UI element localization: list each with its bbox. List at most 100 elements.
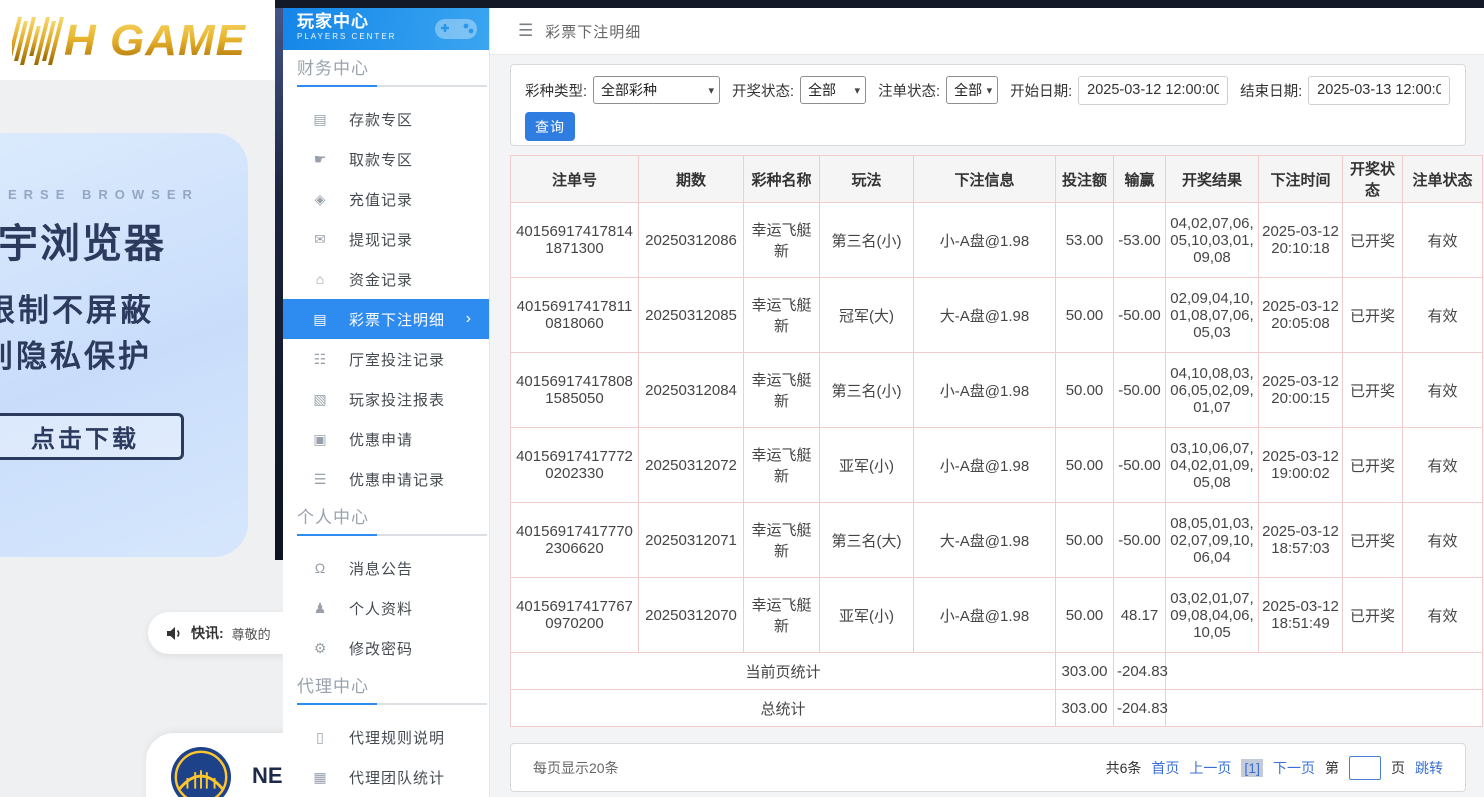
column-header: 彩种名称 — [744, 156, 820, 203]
summary-bet-total: 303.00 — [1056, 690, 1114, 727]
table-cell: 冠军(大) — [820, 278, 914, 353]
sidebar-item-label: 优惠申请 — [349, 429, 413, 450]
download-button[interactable]: 点击下载 — [0, 413, 184, 460]
sidebar-item[interactable]: ☰优惠申请记录 — [283, 459, 489, 499]
sidebar-item[interactable]: ☷厅室投注记录 — [283, 339, 489, 379]
sidebar-header: 玩家中心 PLAYERS CENTER — [283, 8, 489, 50]
prev-page-link[interactable]: 上一页 — [1189, 758, 1231, 778]
draw-status-label: 开奖状态: — [732, 80, 794, 101]
table-cell: 已开奖 — [1343, 578, 1403, 653]
sidebar-item[interactable]: ⌂资金记录 — [283, 259, 489, 299]
order-status-label: 注单状态: — [878, 80, 940, 101]
search-button[interactable]: 查询 — [525, 112, 575, 141]
lottery-bet-detail-icon: ▤ — [312, 311, 328, 328]
home-topbar: H GAME — [0, 0, 275, 80]
sidebar-item-label: 代理团队统计 — [349, 767, 445, 788]
table-cell: -50.00 — [1114, 353, 1166, 428]
sidebar-item[interactable]: ♟个人资料 — [283, 588, 489, 628]
table-cell: 第三名(大) — [820, 503, 914, 578]
table-cell: 大-A盘@1.98 — [914, 503, 1056, 578]
table-row: 40156917417808158505020250312084幸运飞艇新第三名… — [511, 353, 1483, 428]
table-cell: 2025-03-12 20:05:08 — [1259, 278, 1343, 353]
table-cell: 有效 — [1403, 203, 1483, 278]
table-cell: 08,05,01,03,02,07,09,10,06,04 — [1166, 503, 1259, 578]
lottery-type-select[interactable]: 全部彩种 ▾ — [593, 76, 720, 104]
page-size-text: 每页显示20条 — [533, 758, 619, 778]
sidebar-section-list: Ω消息公告♟个人资料⚙修改密码 — [283, 536, 489, 668]
summary-empty — [1166, 690, 1483, 727]
hall-bet-record-icon: ☷ — [312, 351, 328, 368]
chevron-right-icon: › — [466, 310, 471, 328]
column-header: 投注额 — [1056, 156, 1114, 203]
agent-team-stats-icon: ▦ — [312, 769, 328, 786]
table-cell: 有效 — [1403, 428, 1483, 503]
sidebar-item[interactable]: ▣优惠申请 — [283, 419, 489, 459]
jump-button[interactable]: 跳转 — [1415, 758, 1443, 778]
table-row: 40156917417770230662020250312071幸运飞艇新第三名… — [511, 503, 1483, 578]
order-status-select[interactable]: 全部 ▾ — [946, 76, 998, 104]
table-row: 40156917417772020233020250312072幸运飞艇新亚军(… — [511, 428, 1483, 503]
sidebar-item-label: 资金记录 — [349, 269, 413, 290]
table-cell: 50.00 — [1056, 428, 1114, 503]
sidebar-item[interactable]: ☛取款专区 — [283, 139, 489, 179]
team-logo-icon — [170, 746, 232, 797]
next-page-link[interactable]: 下一页 — [1273, 758, 1315, 778]
table-cell: 03,02,01,07,09,08,04,06,10,05 — [1166, 578, 1259, 653]
table-cell: 20250312086 — [639, 203, 744, 278]
table-header-row: 注单号期数彩种名称玩法下注信息投注额输赢开奖结果下注时间开奖状态注单状态 — [511, 156, 1483, 203]
gamepad-icon — [433, 13, 479, 43]
background-dark-banner — [275, 0, 283, 560]
page-jump-input[interactable] — [1349, 756, 1381, 780]
lottery-type-label: 彩种类型: — [525, 80, 587, 101]
total-count-text: 共6条 — [1106, 758, 1142, 778]
draw-status-select[interactable]: 全部 ▾ — [800, 76, 866, 104]
current-page-indicator[interactable]: [1] — [1241, 759, 1263, 777]
table-row: 40156917417814187130020250312086幸运飞艇新第三名… — [511, 203, 1483, 278]
table-cell: 04,10,08,03,06,05,02,09,01,07 — [1166, 353, 1259, 428]
table-cell: 02,09,04,10,01,08,07,06,05,03 — [1166, 278, 1259, 353]
table-cell: 401569174177670970200 — [511, 578, 639, 653]
table-cell: 401569174177702306620 — [511, 503, 639, 578]
player-bet-report-icon: ▧ — [312, 391, 328, 408]
sidebar-item-label: 代理规则说明 — [349, 727, 445, 748]
table-cell: 50.00 — [1056, 353, 1114, 428]
sidebar-item[interactable]: ◈充值记录 — [283, 179, 489, 219]
sidebar-item[interactable]: ▤彩票下注明细› — [283, 299, 489, 339]
first-page-link[interactable]: 首页 — [1151, 758, 1179, 778]
agent-rules-doc-icon: ▯ — [312, 729, 328, 746]
filter-panel: 彩种类型: 全部彩种 ▾ 开奖状态: 全部 ▾ 注单状态: 全部 ▾ 开始日期:… — [510, 64, 1466, 146]
sidebar-item[interactable]: ▦ 代理团队统计 — [283, 757, 489, 797]
table-cell: 48.17 — [1114, 578, 1166, 653]
sidebar-item-label: 个人资料 — [349, 598, 413, 619]
table-cell: 401569174178081585050 — [511, 353, 639, 428]
recharge-record-icon: ◈ — [312, 191, 328, 208]
promo-line2: 限制不屏蔽 — [0, 285, 154, 330]
table-cell: 2025-03-12 18:57:03 — [1259, 503, 1343, 578]
sidebar-item[interactable]: ▯ 代理规则说明 — [283, 717, 489, 757]
lottery-type-value: 全部彩种 — [601, 80, 657, 100]
end-date-input[interactable] — [1308, 76, 1450, 105]
column-header: 输赢 — [1114, 156, 1166, 203]
order-status-value: 全部 — [954, 80, 982, 100]
sidebar-item[interactable]: ▤存款专区 — [283, 99, 489, 139]
column-header: 下注时间 — [1259, 156, 1343, 203]
table-cell: 53.00 — [1056, 203, 1114, 278]
sidebar-item[interactable]: Ω消息公告 — [283, 548, 489, 588]
start-date-input[interactable] — [1078, 76, 1228, 105]
table-cell: -50.00 — [1114, 503, 1166, 578]
sidebar-item-label: 优惠申请记录 — [349, 469, 445, 490]
draw-status-value: 全部 — [808, 80, 836, 100]
main-content: ☰ 彩票下注明细 彩种类型: 全部彩种 ▾ 开奖状态: 全部 ▾ 注单状态: 全… — [490, 8, 1484, 797]
speaker-icon — [166, 626, 183, 641]
table-cell: 20250312084 — [639, 353, 744, 428]
summary-empty — [1166, 653, 1483, 690]
logo-bars-icon — [12, 16, 64, 66]
menu-toggle-icon[interactable]: ☰ — [518, 21, 533, 41]
table-cell: 有效 — [1403, 278, 1483, 353]
sidebar-section-list: ▤存款专区☛取款专区◈充值记录✉提现记录⌂资金记录▤彩票下注明细›☷厅室投注记录… — [283, 87, 489, 499]
sidebar-item[interactable]: ✉提现记录 — [283, 219, 489, 259]
hh-game-logo[interactable]: H GAME — [12, 16, 246, 66]
sidebar-item[interactable]: ▧玩家投注报表 — [283, 379, 489, 419]
start-date-label: 开始日期: — [1010, 80, 1072, 101]
sidebar-item[interactable]: ⚙修改密码 — [283, 628, 489, 668]
